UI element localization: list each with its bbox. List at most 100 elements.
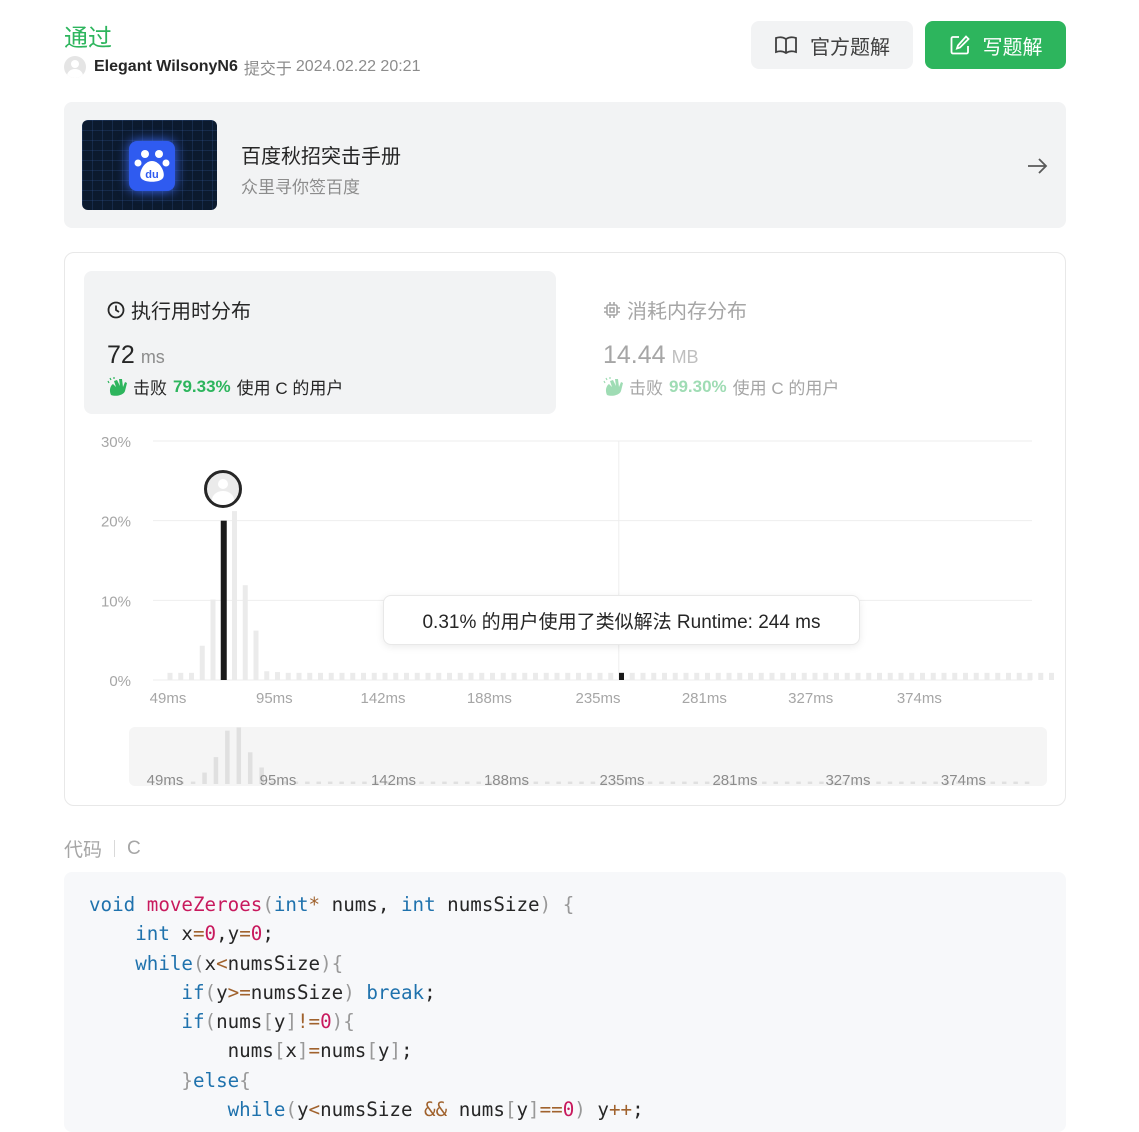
chart-bar[interactable] — [608, 672, 614, 680]
chart-bar[interactable] — [973, 672, 979, 680]
chart-bar[interactable] — [350, 672, 356, 680]
chart-bar[interactable] — [586, 672, 592, 680]
chart-bar[interactable] — [404, 672, 409, 680]
chart-bar[interactable] — [769, 672, 775, 680]
chart-bar[interactable] — [296, 672, 302, 680]
chart-bar[interactable] — [726, 672, 732, 680]
chart-bar[interactable] — [479, 672, 485, 680]
chart-bar[interactable] — [920, 672, 925, 680]
chart-bar[interactable] — [457, 672, 463, 680]
chart-bar[interactable] — [694, 672, 700, 680]
chart-bar[interactable] — [941, 672, 947, 680]
chart-bar[interactable] — [178, 672, 184, 680]
chart-bar[interactable] — [167, 672, 173, 680]
chart-bar[interactable] — [425, 672, 431, 680]
chart-bar[interactable] — [855, 672, 861, 680]
chart-bar[interactable] — [952, 672, 958, 680]
chart-bar[interactable] — [232, 511, 237, 680]
chart-bar[interactable] — [705, 672, 710, 680]
chart-bar[interactable] — [576, 672, 581, 680]
overview-bar — [796, 781, 801, 784]
chart-bar[interactable] — [339, 672, 345, 680]
chart-bar[interactable] — [1049, 672, 1054, 680]
chart-bar[interactable] — [930, 672, 936, 680]
chart-bar[interactable] — [533, 672, 538, 680]
chart-bar[interactable] — [522, 672, 528, 680]
code-block[interactable]: void moveZeroes(int* nums, int numsSize)… — [64, 872, 1066, 1132]
chart-bar[interactable] — [199, 645, 205, 680]
chart-bar[interactable] — [834, 672, 839, 680]
chart-bar[interactable] — [801, 672, 807, 680]
chart-bar[interactable] — [242, 585, 248, 680]
chart-bar[interactable] — [984, 672, 990, 680]
chart-bar[interactable] — [651, 672, 657, 680]
chart-bar[interactable] — [672, 672, 678, 680]
overview-bar — [887, 781, 893, 784]
chart-bar[interactable] — [220, 520, 227, 680]
chart-bar[interactable] — [307, 672, 313, 680]
chart-bar[interactable] — [264, 671, 270, 680]
chart-bar[interactable] — [511, 672, 517, 680]
submitted-time: 2024.02.22 20:21 — [295, 58, 421, 75]
official-solution-button[interactable]: 官方题解 — [751, 21, 913, 69]
chart-bar[interactable] — [447, 672, 452, 680]
chart-bar[interactable] — [1027, 672, 1033, 680]
chart-bar[interactable] — [629, 672, 635, 680]
chart-bar[interactable] — [619, 672, 624, 680]
chart-bar[interactable] — [887, 672, 893, 680]
chart-bar[interactable] — [737, 672, 743, 680]
chart-bar[interactable] — [715, 672, 721, 680]
chart-bar[interactable] — [963, 672, 968, 680]
overview-bar — [682, 781, 687, 784]
chart-bar[interactable] — [780, 672, 786, 680]
chart-bar[interactable] — [500, 672, 506, 680]
chart-bar[interactable] — [468, 672, 474, 680]
chart-bar[interactable] — [995, 672, 1001, 680]
chart-bar[interactable] — [844, 672, 850, 680]
runtime-distribution-chart[interactable]: 30% 20% 10% 0% 49ms 95ms 142ms 188ms 235ms 281ms 3… — [65, 253, 1065, 805]
chart-bar[interactable] — [253, 630, 259, 680]
chart-bar[interactable] — [285, 672, 291, 680]
chart-bar[interactable] — [748, 672, 753, 680]
chart-bar[interactable] — [361, 672, 366, 680]
chart-bar[interactable] — [210, 599, 216, 680]
user-name[interactable]: Elegant WilsonyN6 — [94, 58, 238, 76]
chart-bar[interactable] — [393, 672, 399, 680]
chart-bar[interactable] — [758, 672, 764, 680]
chart-bar[interactable] — [189, 672, 194, 680]
chart-bar[interactable] — [565, 672, 571, 680]
chart-bar[interactable] — [909, 672, 915, 680]
chart-bar[interactable] — [371, 672, 377, 680]
chart-bar[interactable] — [1006, 672, 1011, 680]
chart-bar[interactable] — [877, 672, 882, 680]
chart-bar[interactable] — [823, 672, 829, 680]
overview-bar — [533, 781, 539, 784]
chart-bar[interactable] — [543, 672, 549, 680]
chart-bar[interactable] — [597, 672, 603, 680]
write-solution-button[interactable]: 写题解 — [925, 21, 1066, 69]
chart-bar[interactable] — [791, 672, 796, 680]
chart-bar[interactable] — [414, 672, 420, 680]
chart-bar[interactable] — [898, 672, 904, 680]
chart-bar[interactable] — [328, 672, 334, 680]
chart-bar[interactable] — [683, 672, 689, 680]
chart-bar[interactable] — [662, 672, 667, 680]
chart-bar[interactable] — [866, 672, 872, 680]
chart-bar[interactable] — [382, 672, 388, 680]
chart-bar[interactable] — [1016, 672, 1022, 680]
chart-bar[interactable] — [640, 672, 646, 680]
chart-tooltip: 0.31% 的用户使用了类似解法 Runtime: 244 ms — [383, 595, 860, 645]
chart-bar[interactable] — [1038, 672, 1044, 680]
arrow-right-icon[interactable] — [1026, 155, 1048, 177]
chart-bar[interactable] — [436, 672, 442, 680]
chart-bar[interactable] — [554, 672, 560, 680]
overview-bar — [339, 781, 344, 784]
overview-bar — [910, 781, 916, 784]
chart-bar[interactable] — [318, 672, 323, 680]
my-submission-avatar[interactable] — [204, 470, 242, 508]
chart-bar[interactable] — [812, 672, 818, 680]
chart-bar[interactable] — [490, 672, 495, 680]
chart-bar[interactable] — [275, 672, 280, 680]
promo-banner[interactable]: du 百度秋招突击手册 众里寻你签百度 — [64, 102, 1066, 228]
user-avatar[interactable] — [64, 56, 86, 78]
